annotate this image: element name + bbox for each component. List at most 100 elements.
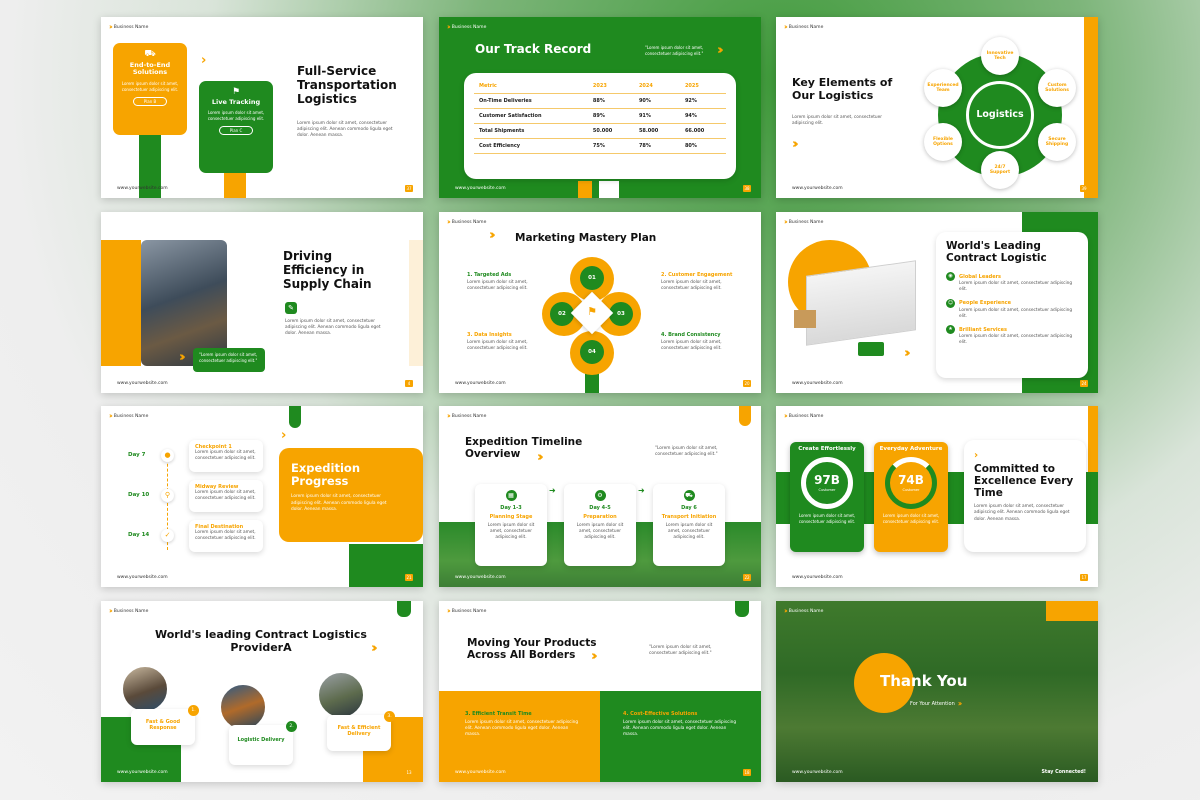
star-icon: ★ [946,325,955,334]
expedition-progress-card: Expedition Progress Lorem ipsum dolor si… [279,448,423,542]
checkpoint-card: Midway Review Lorem ipsum dolor sit amet… [189,480,263,512]
slide-full-service-transportation[interactable]: ›› Business Name ⛟ End-to-End Solutions L… [101,17,423,198]
slide-driving-efficiency[interactable]: "Lorem ipsum dolor sit amet, consectetue… [101,212,423,393]
page-number: 22 [743,574,751,581]
step-04: 04 [580,340,604,364]
body-text: Lorem ipsum dolor sit amet, consectetuer… [291,494,387,512]
slide-title: World's leading Contract Logistics Provi… [155,628,367,654]
page-number: 20 [743,380,751,387]
slide-track-record[interactable]: ›› Business Name Our Track Record "Lorem … [439,17,761,198]
chevron-icon: ›› [591,649,597,664]
aircraft-photo [317,671,365,719]
chevron-icon: ›› [784,23,788,31]
body-text: Lorem ipsum dolor sit amet, consectetuer… [285,319,381,337]
website: www.yourwebsite.com [792,381,843,386]
chevron-icon: ›› [179,350,185,365]
day-label: Day 7 [128,452,146,458]
slide-title: Key Elements of Our Logistics [792,76,893,102]
website: www.yourwebsite.com [792,186,843,191]
timeline-step: ⚙ Day 4-5 Preparation Lorem ipsum dolor … [564,484,636,566]
slide-committed-excellence[interactable]: ›› Business Name Create Effortlessly 97B … [776,406,1098,587]
website: www.yourwebsite.com [792,575,843,580]
lightbulb-icon: ● [161,449,174,462]
thank-you-title: Thank You [880,672,968,690]
committed-card: › Committed to Excellence Every Time Lor… [964,440,1086,552]
page-number: 4 [405,380,413,387]
chevron-icon: ›› [784,218,788,226]
business-name: ›› Business Name [784,412,824,420]
calendar-icon: ▦ [505,490,517,501]
business-name: ›› Business Name [109,607,149,615]
table-row: Customer Satisfaction 89% 91% 94% [474,108,726,124]
plan-b-button[interactable]: Plan B [133,96,167,106]
slide-title: Full-Service Transportation Logistics [297,64,397,106]
page-number: 38 [743,185,751,192]
checkpoint-card: Final Destination Lorem ipsum dolor sit … [189,520,263,552]
slide-thank-you[interactable]: ›› Business Name Thank You For Your Atten… [776,601,1098,782]
people-icon: ☺ [946,298,955,308]
innovative-tech-item: Innovative Tech [981,37,1019,75]
slide-title: Driving Efficiency in Supply Chain [283,249,372,291]
custom-solutions-item: Custom Solutions [1038,69,1076,107]
flexible-options-item: Flexible Options [924,123,962,161]
website: www.yourwebsite.com [792,770,843,775]
arrow-icon: ➜ [549,486,556,495]
arrow-icon: ➜ [638,486,645,495]
slide-contract-logistics-provider[interactable]: ›› Business Name World's leading Contract… [101,601,423,782]
orange-side-block [101,240,141,366]
website: www.yourwebsite.com [117,575,168,580]
table-row: On-Time Deliveries 88% 90% 92% [474,93,726,109]
table-row: Total Shipments 50.000 58.000 66.000 [474,123,726,139]
chevron-icon: ›› [717,43,723,58]
chevron-icon: › [201,53,208,68]
timeline-step: ⛟ Day 6 Transport Initiation Lorem ipsum… [653,484,725,566]
slide-marketing-mastery[interactable]: ›› Business Name ›› Marketing Mastery Pla… [439,212,761,393]
slide-title: Moving Your Products Across All Borders [467,637,597,662]
orange-corner [1046,601,1098,621]
card-text: Lorem ipsum dolor sit amet, consectetuer… [121,80,179,92]
truck-icon: ⛟ [683,490,695,501]
chevron-icon: ›› [784,412,788,420]
card-title: End-to-End Solutions [129,61,171,77]
stat-card-74b: Everyday Adventure 74B Customer Lorem ip… [874,442,948,552]
business-name: ›› Business Name [447,412,487,420]
presenter-icon: ⚑ [587,305,597,318]
stat-ring: 97B Customer [801,457,853,509]
orange-block [578,181,592,198]
mastery-item-1: 1. Targeted Ads Lorem ipsum dolor sit am… [467,272,528,292]
chevron-icon: ›› [109,607,113,615]
slide-title: Our Track Record [475,42,592,56]
chevron-icon: ›› [957,699,962,708]
chevron-icon: ›› [784,607,788,615]
website: www.yourwebsite.com [455,186,506,191]
boxes-illustration [794,310,816,328]
worker-photo [121,665,169,713]
plan-c-button[interactable]: Plan C [219,126,253,136]
logistics-center: Logistics [966,81,1034,149]
chevron-icon: › [974,450,978,461]
chevron-icon: ›› [447,412,451,420]
slide-expedition-progress[interactable]: ›› Business Name Day 7 Day 10 Day 14 ● ⚲ … [101,406,423,587]
slide-moving-products[interactable]: ›› Business Name Moving Your Products Acr… [439,601,761,782]
business-name: ›› Business Name [784,607,824,615]
end-to-end-card: ⛟ End-to-End Solutions Lorem ipsum dolor… [113,43,187,135]
website: www.yourwebsite.com [117,770,168,775]
chevron-icon: ›› [447,23,451,31]
timeline-step: ▦ Day 1-3 Planning Stage Lorem ipsum dol… [475,484,547,566]
business-name: ›› Business Name [447,23,487,31]
stat-ring: 74B Customer [885,457,937,509]
slide-title: Committed to Excellence Every Time [974,463,1074,500]
contract-item: ◉ Global Leaders Lorem ipsum dolor sit am… [946,272,1078,293]
slide-key-elements[interactable]: ›› Business Name Key Elements of Our Logi… [776,17,1098,198]
chevron-icon: ›› [537,450,543,465]
green-tab [289,406,301,428]
containers-photo [219,683,267,731]
chevron-icon: › [281,428,288,443]
quote-box: "Lorem ipsum dolor sit amet, consectetue… [193,348,265,372]
slide-title: Marketing Mastery Plan [515,232,657,244]
slide-worlds-leading-contract[interactable]: ›› Business Name ›› World's Leading Contr… [776,212,1098,393]
body-text: Lorem ipsum dolor sit amet, consectetuer… [974,504,1070,522]
slide-expedition-timeline[interactable]: ›› Business Name Expedition Timeline Over… [439,406,761,587]
step-02: 02 [550,302,574,326]
chevron-icon: ›› [904,346,910,361]
